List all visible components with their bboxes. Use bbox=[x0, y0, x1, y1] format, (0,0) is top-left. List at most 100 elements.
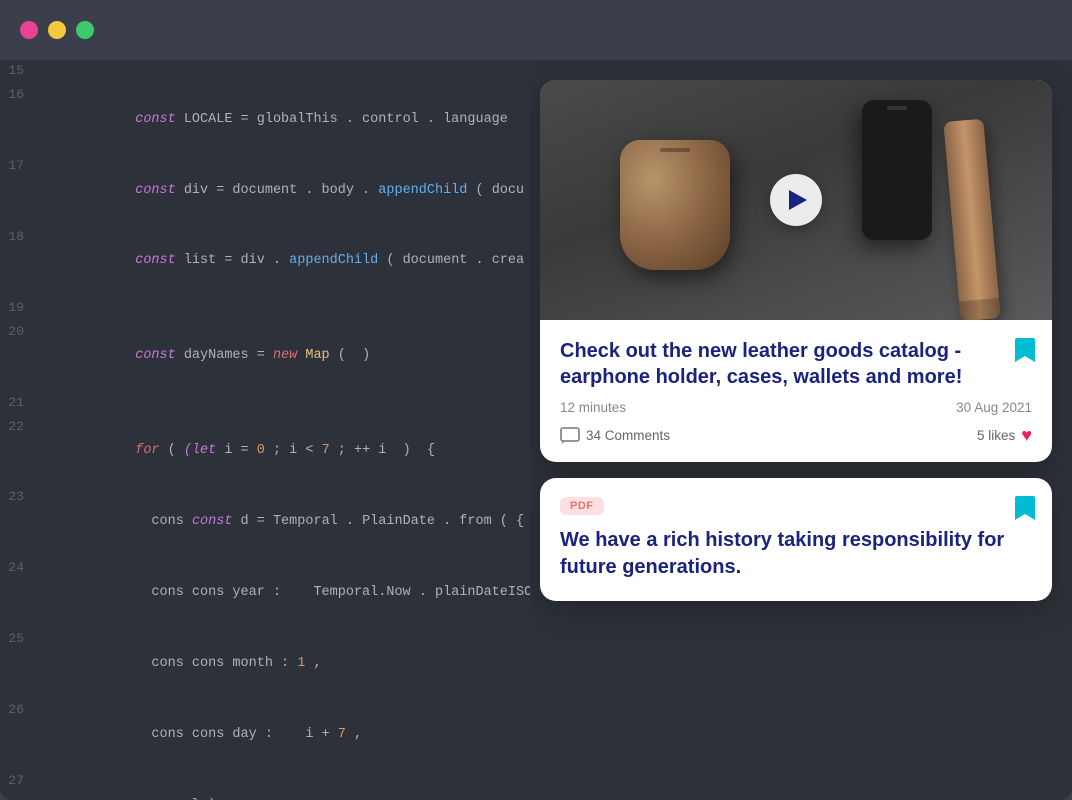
number: 7 bbox=[322, 443, 330, 458]
code-content: cons cons month : 1 , bbox=[38, 628, 322, 699]
bookmark-icon-2[interactable] bbox=[1014, 494, 1036, 527]
comments-count: 34 Comments bbox=[586, 428, 670, 443]
play-button[interactable] bbox=[770, 174, 822, 226]
main-area: 15 16 const LOCALE = globalThis . contro… bbox=[0, 60, 1072, 800]
phone-prop bbox=[862, 100, 932, 240]
code-text: d = Temporal . PlainDate . from ( { bbox=[232, 514, 524, 529]
pen-case-prop bbox=[943, 119, 1000, 320]
code-content: const div = document . body . appendChil… bbox=[38, 155, 524, 226]
code-line-27: 27 cons } ) bbox=[0, 770, 530, 800]
line-number: 24 bbox=[0, 557, 38, 580]
code-line-24: 24 cons cons year : Temporal.Now . plain… bbox=[0, 557, 530, 628]
line-number: 19 bbox=[0, 297, 38, 320]
code-text: LOCALE = globalThis . control . language bbox=[184, 112, 508, 127]
line-number: 23 bbox=[0, 486, 38, 509]
maximize-button[interactable] bbox=[76, 21, 94, 39]
code-content: cons cons day : i + 7 , bbox=[38, 699, 362, 770]
code-text: ( ) bbox=[330, 348, 371, 363]
code-text: cons bbox=[135, 514, 192, 529]
keyword: const bbox=[135, 253, 184, 268]
code-line-26: 26 cons cons day : i + 7 , bbox=[0, 699, 530, 770]
close-button[interactable] bbox=[20, 21, 38, 39]
line-number: 16 bbox=[0, 84, 38, 107]
keyword: for bbox=[135, 443, 159, 458]
heart-icon: ♥ bbox=[1021, 425, 1032, 446]
article-title: Check out the new leather goods catalog … bbox=[560, 338, 1032, 390]
code-text: ( bbox=[160, 443, 184, 458]
card-image bbox=[540, 80, 1052, 320]
card-actions: 34 Comments 5 likes ♥ bbox=[560, 425, 1032, 446]
code-text: dayNames = bbox=[184, 348, 273, 363]
cards-area: Check out the new leather goods catalog … bbox=[530, 60, 1072, 800]
keyword: const bbox=[135, 348, 184, 363]
code-text: cons cons year : Temporal.Now . plainDat… bbox=[135, 585, 530, 600]
code-line-23: 23 cons const d = Temporal . PlainDate .… bbox=[0, 486, 530, 557]
article-card[interactable]: Check out the new leather goods catalog … bbox=[540, 80, 1052, 462]
line-number: 18 bbox=[0, 226, 38, 249]
play-triangle-icon bbox=[789, 190, 807, 210]
code-text: cons cons day : i + bbox=[135, 727, 338, 742]
code-line-16: 16 const LOCALE = globalThis . control .… bbox=[0, 84, 530, 155]
code-content: const list = div . appendChild ( documen… bbox=[38, 226, 524, 297]
code-line-18: 18 const list = div . appendChild ( docu… bbox=[0, 226, 530, 297]
code-line-25: 25 cons cons month : 1 , bbox=[0, 628, 530, 699]
code-content: cons } ) bbox=[38, 770, 216, 800]
line-number: 22 bbox=[0, 416, 38, 439]
code-content: for ( (let i = 0 ; i < 7 ; ++ i ) { bbox=[38, 416, 435, 487]
line-number: 21 bbox=[0, 392, 38, 415]
code-text: div = document . body . bbox=[184, 183, 378, 198]
code-content: cons cons year : Temporal.Now . plainDat… bbox=[38, 557, 530, 628]
code-text: ; ++ i ) { bbox=[330, 443, 435, 458]
keyword: const bbox=[192, 514, 233, 529]
keyword: const bbox=[135, 112, 184, 127]
minimize-button[interactable] bbox=[48, 21, 66, 39]
title-bar bbox=[0, 0, 1072, 60]
card-body: Check out the new leather goods catalog … bbox=[540, 320, 1052, 462]
card-meta: 12 minutes 30 Aug 2021 bbox=[560, 400, 1032, 415]
read-time: 12 minutes bbox=[560, 400, 626, 415]
function-name: appendChild bbox=[289, 253, 378, 268]
keyword: (let bbox=[184, 443, 216, 458]
number: 7 bbox=[338, 727, 346, 742]
line-number: 15 bbox=[0, 60, 38, 83]
code-text: , bbox=[346, 727, 362, 742]
airpods-case-prop bbox=[620, 140, 730, 270]
comment-icon bbox=[560, 427, 580, 445]
code-line-15: 15 bbox=[0, 60, 530, 84]
pdf-card-body: PDF We have a rich history taking respon… bbox=[540, 478, 1052, 601]
line-number: 26 bbox=[0, 699, 38, 722]
pdf-title: We have a rich history taking responsibi… bbox=[560, 527, 1032, 581]
app-window: 15 16 const LOCALE = globalThis . contro… bbox=[0, 0, 1072, 800]
code-text: ( document . crea bbox=[378, 253, 524, 268]
pdf-badge: PDF bbox=[560, 497, 604, 515]
line-number: 25 bbox=[0, 628, 38, 651]
line-number: 20 bbox=[0, 321, 38, 344]
line-number: 17 bbox=[0, 155, 38, 178]
leather-scene-image bbox=[540, 80, 1052, 320]
code-lines: 15 16 const LOCALE = globalThis . contro… bbox=[0, 60, 530, 800]
code-line-22: 22 for ( (let i = 0 ; i < 7 ; ++ i ) { bbox=[0, 416, 530, 487]
code-line-21: 21 bbox=[0, 392, 530, 416]
comments-section[interactable]: 34 Comments bbox=[560, 427, 670, 445]
code-content: cons const d = Temporal . PlainDate . fr… bbox=[38, 486, 524, 557]
likes-section[interactable]: 5 likes ♥ bbox=[977, 425, 1032, 446]
bookmark-icon[interactable] bbox=[1014, 336, 1036, 369]
pdf-card[interactable]: PDF We have a rich history taking respon… bbox=[540, 478, 1052, 601]
code-line-20: 20 const dayNames = new Map ( ) bbox=[0, 321, 530, 392]
code-editor[interactable]: 15 16 const LOCALE = globalThis . contro… bbox=[0, 60, 530, 800]
code-text: ( docu bbox=[467, 183, 524, 198]
code-text: i = bbox=[216, 443, 257, 458]
code-text: , bbox=[305, 656, 321, 671]
publish-date: 30 Aug 2021 bbox=[956, 400, 1032, 415]
code-text: cons cons month : bbox=[135, 656, 297, 671]
code-line-19: 19 bbox=[0, 297, 530, 321]
keyword: new bbox=[273, 348, 305, 363]
line-number: 27 bbox=[0, 770, 38, 793]
code-line-17: 17 const div = document . body . appendC… bbox=[0, 155, 530, 226]
code-content: const dayNames = new Map ( ) bbox=[38, 321, 370, 392]
number: 0 bbox=[257, 443, 265, 458]
code-text: ; i < bbox=[265, 443, 322, 458]
function-name: appendChild bbox=[378, 183, 467, 198]
code-text: list = div . bbox=[184, 253, 289, 268]
code-content: const LOCALE = globalThis . control . la… bbox=[38, 84, 508, 155]
